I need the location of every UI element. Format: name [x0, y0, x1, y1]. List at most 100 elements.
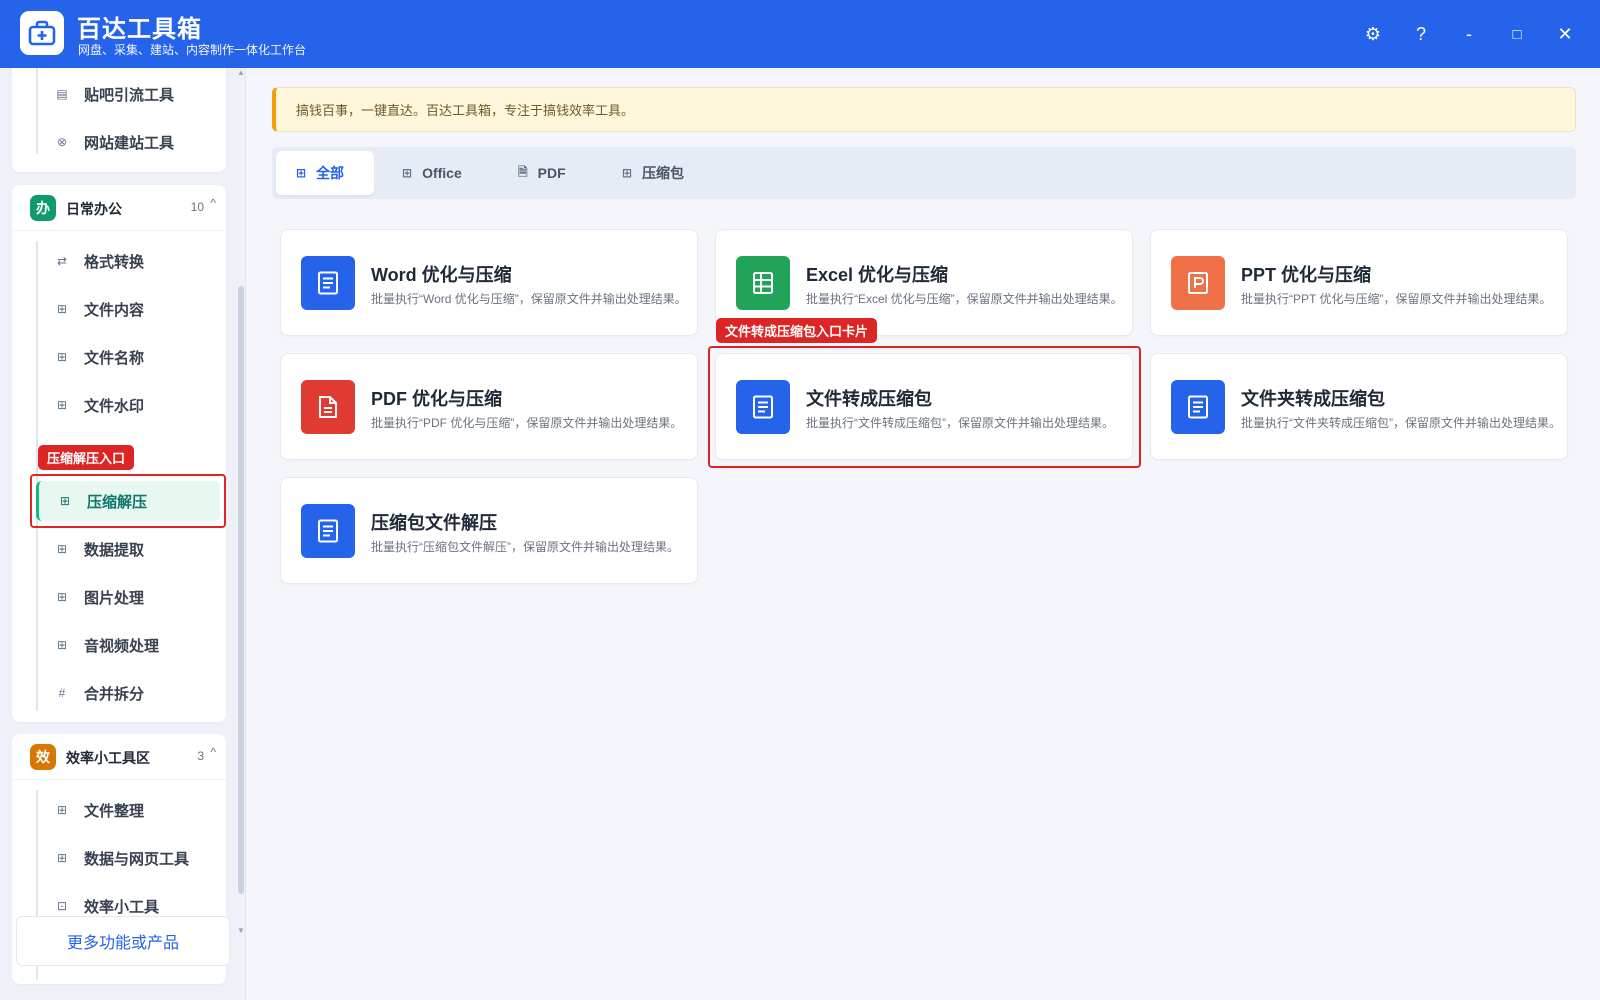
sidebar: ▤ 贴吧引流工具 ⊗ 网站建站工具 办 日常办公 10 ^ ⇄ 格式转换 ⊞ 文…: [0, 68, 246, 1000]
sidebar-item-filename[interactable]: ⊞ 文件名称: [36, 337, 220, 377]
tab-label: Office: [422, 165, 462, 181]
annotation-label: 文件转成压缩包入口卡片: [716, 318, 878, 343]
toolbox-logo-icon: [20, 11, 64, 55]
globe-icon: ⊗: [56, 135, 68, 149]
annotation-highlight-box: [708, 346, 1141, 468]
tool-card-word[interactable]: Word 优化与压缩 批量执行“Word 优化与压缩”，保留原文件并输出处理结果…: [280, 229, 698, 336]
sidebar-item-watermark[interactable]: ⊞ 文件水印: [36, 385, 220, 425]
grid-icon: ⊞: [402, 166, 413, 180]
card-description: 批量执行“PDF 优化与压缩”，保留原文件并输出处理结果。: [371, 416, 683, 430]
sheet-icon: [736, 256, 790, 310]
document-icon: [301, 256, 355, 310]
card-title: 压缩包文件解压: [371, 513, 497, 533]
sidebar-item-label: 效率小工具: [84, 898, 160, 916]
sidebar-item-label: 图片处理: [84, 589, 145, 607]
tool-card-extract-archive[interactable]: 压缩包文件解压 批量执行“压缩包文件解压”，保留原文件并输出处理结果。: [280, 477, 698, 584]
group-header[interactable]: 效 效率小工具区 3 ^: [12, 734, 226, 780]
sidebar-group-traffic: ▤ 贴吧引流工具 ⊗ 网站建站工具: [12, 68, 226, 172]
sidebar-item-tieba[interactable]: ▤ 贴吧引流工具: [36, 74, 220, 114]
sidebar-item-label: 文件水印: [84, 397, 145, 415]
tool-card-ppt[interactable]: PPT 优化与压缩 批量执行“PPT 优化与压缩”，保留原文件并输出处理结果。: [1150, 229, 1568, 336]
sidebar-item-format[interactable]: ⇄ 格式转换: [36, 241, 220, 281]
settings-gear-icon[interactable]: ⚙: [1359, 20, 1387, 48]
sidebar-item-organize[interactable]: ⊞ 文件整理: [36, 790, 220, 830]
card-description: 批量执行“压缩包文件解压”，保留原文件并输出处理结果。: [371, 540, 679, 554]
document-icon: [301, 504, 355, 558]
card-title: PDF 优化与压缩: [371, 389, 503, 409]
document-icon: [1171, 380, 1225, 434]
sidebar-item-media[interactable]: ⊞ 音视频处理: [36, 625, 220, 665]
grid-icon: ⊞: [56, 803, 68, 817]
tool-card-pdf[interactable]: PDF 优化与压缩 批量执行“PDF 优化与压缩”，保留原文件并输出处理结果。: [280, 353, 698, 460]
card-description: 批量执行“Word 优化与压缩”，保留原文件并输出处理结果。: [371, 292, 687, 306]
group-header[interactable]: 办 日常办公 10 ^: [12, 185, 226, 231]
card-title: PPT 优化与压缩: [1241, 265, 1372, 285]
sidebar-item-label: 数据与网页工具: [84, 850, 190, 868]
grid-icon: ⊞: [56, 302, 68, 316]
sidebar-item-label: 音视频处理: [84, 637, 160, 655]
more-features-button[interactable]: 更多功能或产品: [16, 916, 230, 966]
close-icon[interactable]: ✕: [1551, 20, 1579, 48]
annotation-label: 压缩解压入口: [38, 445, 135, 470]
group-count: 10: [190, 200, 204, 214]
sidebar-item-content[interactable]: ⊞ 文件内容: [36, 289, 220, 329]
title-bar: 百达工具箱 网盘、采集、建站、内容制作一体化工作台 ⚙ ? - □ ✕: [0, 0, 1600, 68]
slides-icon: [1171, 256, 1225, 310]
grid-icon: ⊞: [296, 166, 307, 180]
post-icon: ▤: [56, 87, 68, 101]
grid-icon: ⊞: [56, 851, 68, 865]
grid-icon: ⊞: [56, 398, 68, 412]
sidebar-scrollbar[interactable]: [238, 286, 244, 894]
card-description: 批量执行“文件夹转成压缩包”，保留原文件并输出处理结果。: [1241, 416, 1561, 430]
grid-icon: ⊞: [56, 350, 68, 364]
tool-card-folder-to-archive[interactable]: 文件夹转成压缩包 批量执行“文件夹转成压缩包”，保留原文件并输出处理结果。: [1150, 353, 1568, 460]
sidebar-item-label: 文件名称: [84, 349, 145, 367]
card-description: 批量执行“PPT 优化与压缩”，保留原文件并输出处理结果。: [1241, 292, 1552, 306]
card-title: 文件夹转成压缩包: [1241, 389, 1385, 409]
scroll-up-icon[interactable]: ▲: [237, 68, 245, 77]
sidebar-item-label: 贴吧引流工具: [84, 86, 175, 104]
maximize-icon[interactable]: □: [1503, 20, 1531, 48]
collapse-caret-icon[interactable]: ^: [210, 196, 216, 210]
scroll-down-icon[interactable]: ▼: [237, 926, 245, 935]
sidebar-item-label: 文件整理: [84, 802, 145, 820]
card-title: Word 优化与压缩: [371, 265, 512, 285]
swap-icon: ⇄: [56, 254, 68, 268]
tab-office[interactable]: ⊞ Office: [382, 151, 482, 195]
tab-pdf[interactable]: 🗎 PDF: [498, 151, 586, 195]
annotation-highlight-box: [30, 474, 226, 528]
hash-icon: #: [58, 686, 66, 700]
sidebar-item-label: 格式转换: [84, 253, 145, 271]
grid-icon: ⊞: [56, 590, 68, 604]
toolbox-icon: ⊡: [56, 899, 68, 913]
sidebar-item-image[interactable]: ⊞ 图片处理: [36, 577, 220, 617]
tab-all[interactable]: ⊞ 全部: [276, 151, 374, 195]
tab-label: PDF: [537, 165, 566, 181]
sidebar-item-website[interactable]: ⊗ 网站建站工具: [36, 122, 220, 162]
group-title: 日常办公: [66, 201, 122, 217]
sidebar-item-extract[interactable]: ⊞ 数据提取: [36, 529, 220, 569]
tab-label: 压缩包: [642, 165, 685, 181]
card-title: Excel 优化与压缩: [806, 265, 949, 285]
card-description: 批量执行“Excel 优化与压缩”，保留原文件并输出处理结果。: [806, 292, 1123, 306]
sidebar-item-data-web[interactable]: ⊞ 数据与网页工具: [36, 838, 220, 878]
minimize-icon[interactable]: -: [1455, 20, 1483, 48]
sidebar-item-label: 数据提取: [84, 541, 145, 559]
app-subtitle: 网盘、采集、建站、内容制作一体化工作台: [78, 43, 307, 57]
sidebar-item-label: 文件内容: [84, 301, 145, 319]
group-badge: 效: [30, 744, 56, 770]
help-icon[interactable]: ?: [1407, 20, 1435, 48]
app-title: 百达工具箱: [77, 16, 202, 43]
sidebar-item-label: 网站建站工具: [84, 134, 175, 152]
notice-banner: 搞钱百事，一键直达。百达工具箱，专注于搞钱效率工具。: [272, 87, 1576, 132]
sidebar-item-merge-split[interactable]: # 合并拆分: [36, 673, 220, 713]
collapse-caret-icon[interactable]: ^: [210, 745, 216, 759]
grid-icon: ⊞: [622, 166, 633, 180]
grid-icon: ⊞: [56, 542, 68, 556]
category-tabs: ⊞ 全部 ⊞ Office 🗎 PDF ⊞ 压缩包: [272, 147, 1576, 199]
file-icon: 🗎: [518, 164, 528, 179]
pdf-icon: [301, 380, 355, 434]
sidebar-item-label: 合并拆分: [84, 685, 145, 703]
group-count: 3: [197, 749, 204, 763]
tab-archive[interactable]: ⊞ 压缩包: [602, 151, 704, 195]
